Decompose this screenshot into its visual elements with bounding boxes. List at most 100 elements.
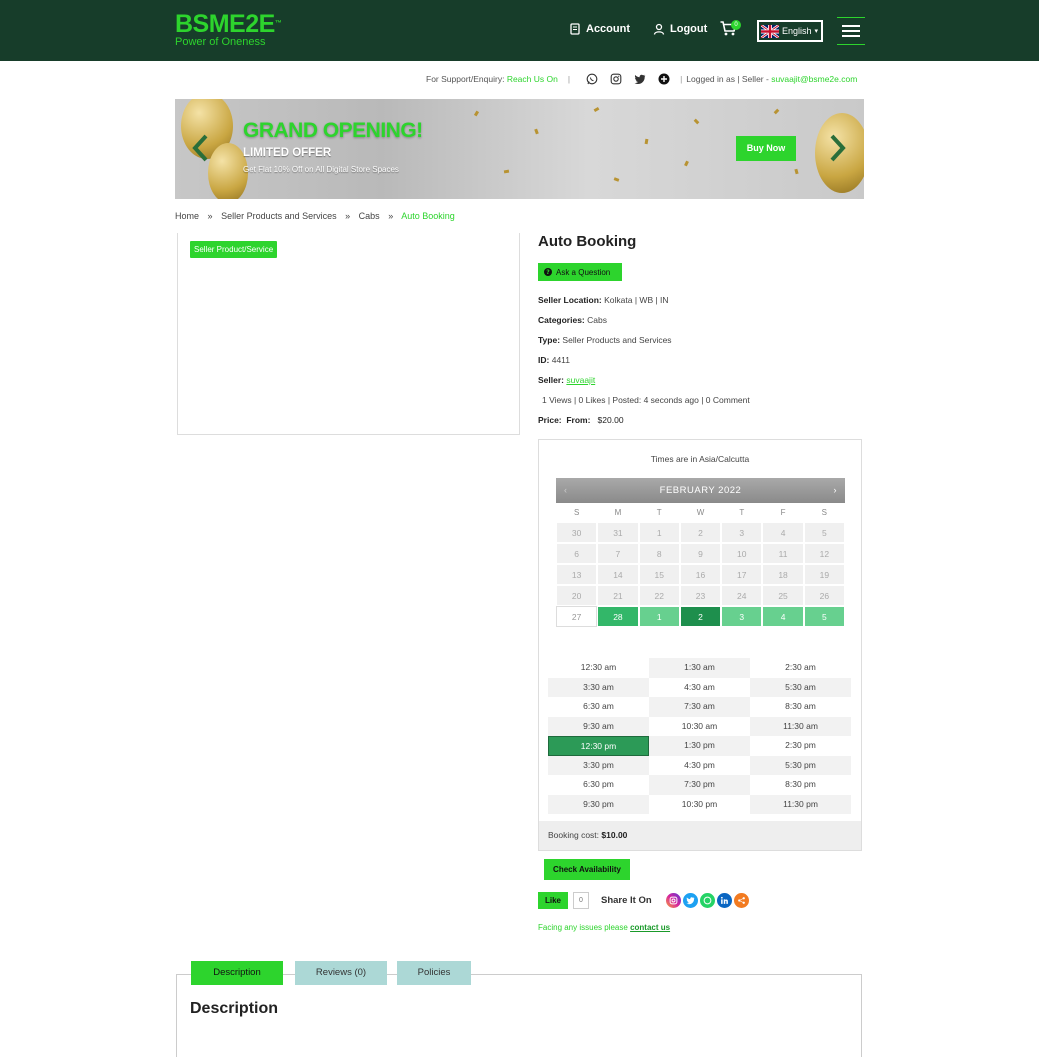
- hamburger-menu-button[interactable]: [837, 17, 865, 45]
- booking-calendar: ‹ FEBRUARY 2022 › SMTWTFS 30 31 1 2 3 4 5 6 7 8 9 1…: [556, 478, 845, 627]
- calendar-day: 18: [762, 564, 804, 585]
- like-button[interactable]: Like: [538, 892, 568, 909]
- contact-us-link[interactable]: contact us: [630, 923, 670, 932]
- support-note: Facing any issues please contact us: [538, 923, 670, 932]
- breadcrumb-separator: »: [388, 211, 394, 221]
- whatsapp-share-icon[interactable]: [699, 893, 715, 908]
- promo-banner[interactable]: GRAND OPENING! LIMITED OFFER Get Flat 10…: [175, 99, 864, 199]
- buy-now-button[interactable]: Buy Now: [736, 136, 796, 161]
- calendar-day[interactable]: 1: [638, 606, 680, 627]
- tab-description[interactable]: Description: [191, 961, 283, 985]
- seller-link[interactable]: suvaajit: [566, 375, 595, 385]
- time-slot[interactable]: 6:30 pm: [548, 775, 649, 795]
- calendar-day: 8: [638, 543, 680, 564]
- time-slot[interactable]: 11:30 pm: [750, 794, 851, 814]
- time-slot[interactable]: 1:30 am: [649, 658, 750, 678]
- calendar-day: 31: [597, 522, 639, 543]
- logo-trademark: ™: [274, 20, 282, 27]
- add-circle-icon[interactable]: [658, 73, 670, 85]
- time-slot[interactable]: 7:30 pm: [649, 775, 750, 795]
- share-more-icon[interactable]: [733, 893, 749, 908]
- site-logo[interactable]: BSME2E™ Power of Oneness: [175, 11, 282, 48]
- calendar-day[interactable]: 28: [597, 606, 639, 627]
- calendar-day[interactable]: 4: [762, 606, 804, 627]
- confetti: [503, 169, 510, 174]
- weekday-label: S: [803, 503, 845, 522]
- question-icon: ?: [544, 268, 552, 276]
- time-slot[interactable]: 2:30 pm: [750, 736, 851, 756]
- previous-month-button[interactable]: ‹: [564, 478, 568, 503]
- time-slot[interactable]: 8:30 am: [750, 697, 851, 717]
- time-slot[interactable]: 9:30 pm: [548, 794, 649, 814]
- time-slot[interactable]: 5:30 am: [750, 677, 851, 697]
- calendar-day: 22: [638, 585, 680, 606]
- breadcrumb-separator: »: [345, 211, 351, 221]
- time-slot[interactable]: 7:30 am: [649, 697, 750, 717]
- seller-label: Seller:: [538, 375, 564, 385]
- time-slot[interactable]: 2:30 am: [750, 658, 851, 678]
- breadcrumb-cabs[interactable]: Cabs: [359, 211, 380, 221]
- chevron-left-icon[interactable]: [191, 133, 211, 163]
- issue-text: Facing any issues please: [538, 923, 628, 932]
- whatsapp-icon[interactable]: [586, 73, 598, 85]
- check-availability-button[interactable]: Check Availability: [544, 859, 630, 880]
- time-slot[interactable]: 10:30 am: [649, 717, 750, 737]
- breadcrumb-current: Auto Booking: [401, 211, 455, 221]
- time-slot[interactable]: 3:30 pm: [548, 755, 649, 775]
- time-slot[interactable]: 8:30 pm: [750, 775, 851, 795]
- weekday-label: T: [638, 503, 680, 522]
- language-select[interactable]: English ▾: [757, 20, 823, 42]
- time-slot[interactable]: 12:30 pm: [548, 736, 649, 756]
- calendar-day[interactable]: 2: [679, 606, 722, 627]
- tab-reviews[interactable]: Reviews (0): [295, 961, 387, 985]
- time-slot[interactable]: 4:30 pm: [649, 756, 750, 776]
- twitter-share-icon[interactable]: [682, 893, 698, 908]
- time-slot[interactable]: 9:30 am: [548, 716, 649, 736]
- location-value: Kolkata | WB | IN: [604, 295, 669, 305]
- categories-value[interactable]: Cabs: [587, 315, 607, 325]
- next-month-button[interactable]: ›: [834, 478, 838, 503]
- weekday-label: F: [762, 503, 804, 522]
- linkedin-share-icon[interactable]: [716, 893, 732, 908]
- tab-policies[interactable]: Policies: [397, 961, 471, 985]
- breadcrumb-seller-products[interactable]: Seller Products and Services: [221, 211, 337, 221]
- confetti: [773, 108, 780, 115]
- calendar-day[interactable]: 5: [803, 606, 845, 627]
- confetti: [613, 177, 620, 182]
- time-slot[interactable]: 3:30 am: [548, 677, 649, 697]
- account-link[interactable]: Account: [569, 23, 630, 35]
- time-slots: 12:30 am 1:30 am 2:30 am 3:30 am 4:30 am 5:30…: [548, 658, 851, 814]
- time-slot[interactable]: 12:30 am: [548, 658, 649, 678]
- time-slot[interactable]: 6:30 am: [548, 697, 649, 717]
- product-image-area: Seller Product/Service: [177, 233, 520, 435]
- instagram-share-icon[interactable]: [665, 893, 681, 908]
- time-slot[interactable]: 11:30 am: [750, 716, 851, 736]
- logout-link[interactable]: Logout: [653, 23, 707, 35]
- twitter-icon[interactable]: [634, 73, 646, 85]
- chevron-right-icon[interactable]: [827, 133, 847, 163]
- time-slot[interactable]: 4:30 am: [649, 678, 750, 698]
- calendar-day: 20: [556, 585, 598, 606]
- banner-subtitle: LIMITED OFFER: [243, 147, 332, 159]
- time-slot[interactable]: 5:30 pm: [750, 755, 851, 775]
- weekday-label: M: [597, 503, 639, 522]
- confetti: [693, 118, 700, 125]
- chevron-down-icon: ▾: [814, 28, 819, 35]
- calendar-day: 4: [762, 522, 804, 543]
- breadcrumb-home[interactable]: Home: [175, 211, 199, 221]
- product-title: Auto Booking: [538, 233, 637, 250]
- booking-panel: Times are in Asia/Calcutta ‹ FEBRUARY 20…: [538, 439, 862, 851]
- calendar-day[interactable]: 3: [721, 606, 763, 627]
- time-slot[interactable]: 1:30 pm: [649, 736, 750, 756]
- instagram-icon[interactable]: [610, 73, 622, 85]
- time-slot[interactable]: 10:30 pm: [649, 795, 750, 815]
- price-value: $20.00: [597, 415, 624, 425]
- product-type: Type: Seller Products and Services: [538, 335, 672, 345]
- weekday-header: SMTWTFS: [556, 503, 845, 522]
- calendar-day: 3: [721, 522, 763, 543]
- ask-question-button[interactable]: ? Ask a Question: [538, 263, 622, 281]
- calendar-day: 6: [556, 543, 598, 564]
- reach-us-link[interactable]: Reach Us On: [507, 74, 558, 84]
- calendar-day: 16: [679, 564, 722, 585]
- price: Price: From: $20.00: [538, 415, 624, 425]
